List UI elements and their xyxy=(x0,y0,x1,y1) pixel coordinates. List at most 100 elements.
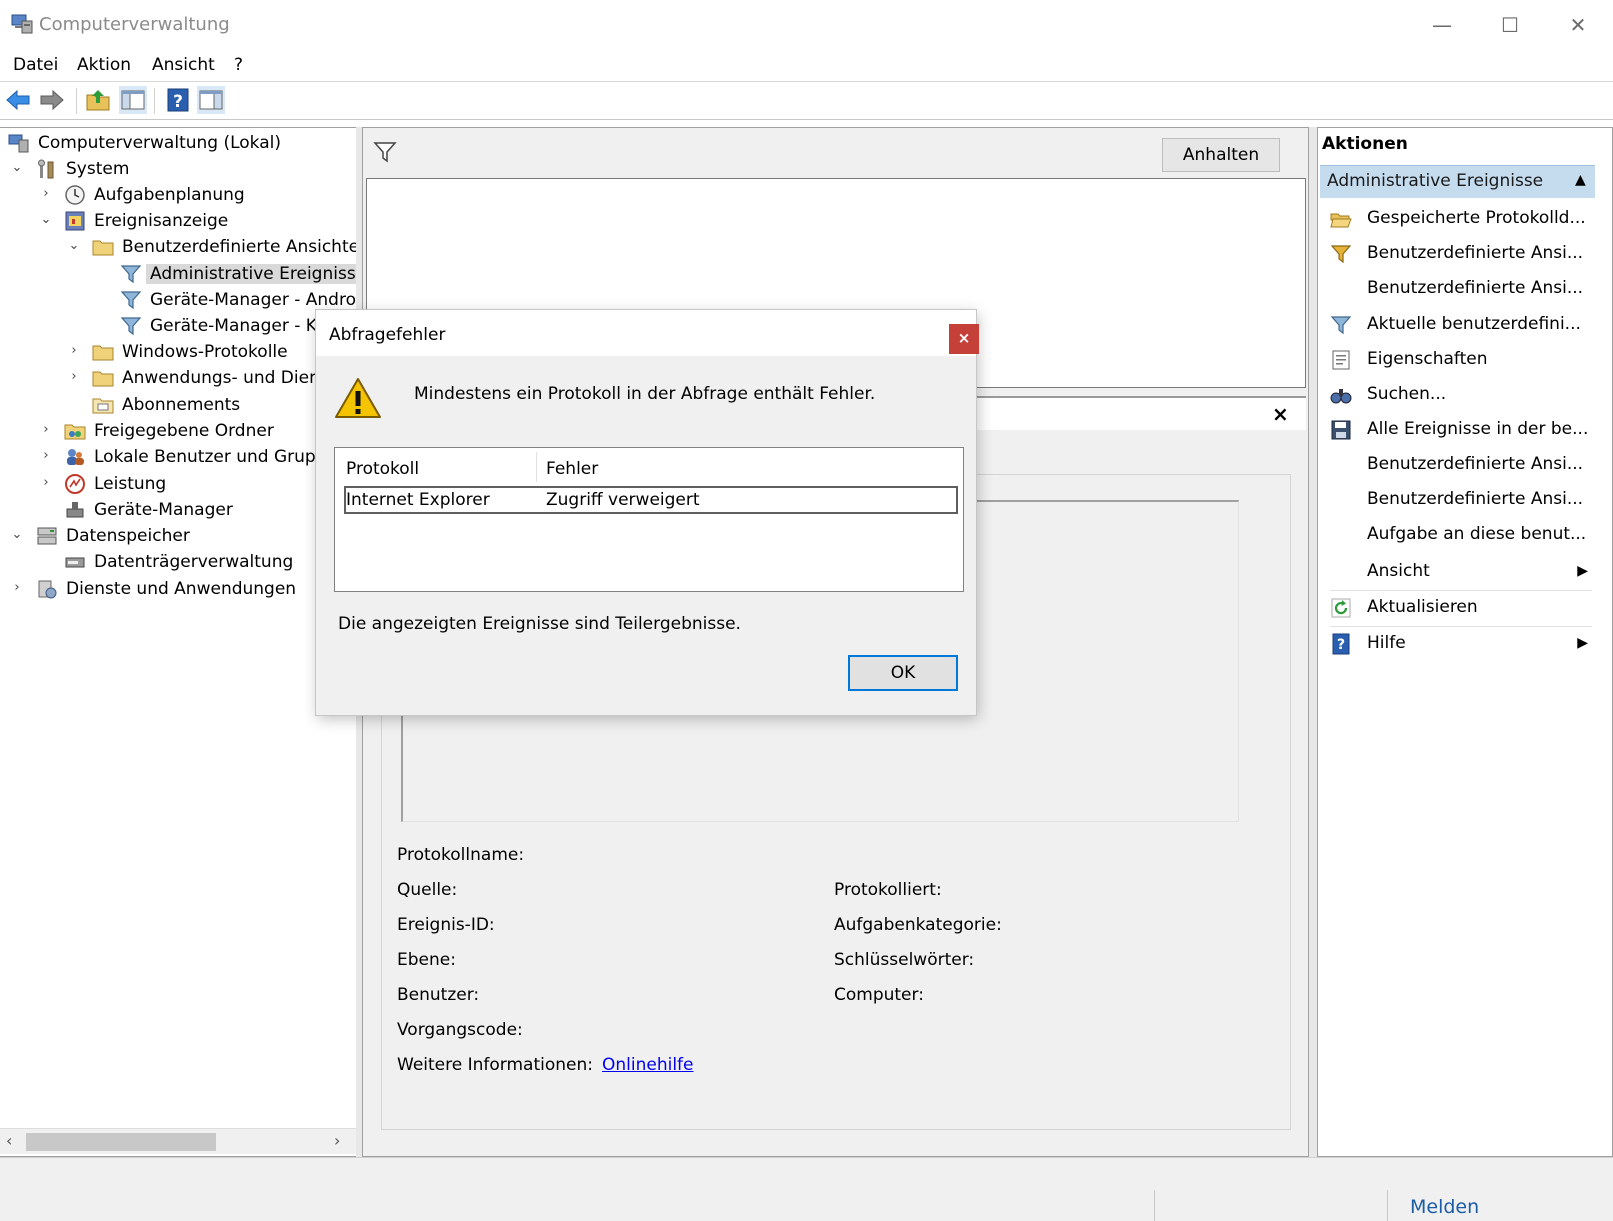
up-folder-icon[interactable] xyxy=(84,86,112,114)
binoculars-icon xyxy=(1330,384,1352,406)
tree-item[interactable]: Computerverwaltung (Lokal) xyxy=(0,131,356,157)
chevron-right-icon[interactable]: › xyxy=(67,369,81,384)
maximize-button[interactable]: ☐ xyxy=(1488,8,1532,42)
action-item-label: Alle Ereignisse in der be... xyxy=(1367,419,1589,439)
dialog-message: Mindestens ein Protokoll in der Abfrage … xyxy=(414,384,876,404)
tree-item-label: Lokale Benutzer und Gruppe xyxy=(94,447,337,467)
tree-item[interactable]: Geräte-Manager - Android xyxy=(0,288,371,314)
tree-item[interactable]: › Freigegebene Ordner xyxy=(0,419,356,445)
collapse-caret-icon[interactable]: ▲ xyxy=(1575,172,1586,188)
show-hide-tree-icon[interactable] xyxy=(119,86,147,114)
menu-help[interactable]: ? xyxy=(234,55,243,75)
chevron-down-icon[interactable]: ⌄ xyxy=(10,527,24,542)
tree-item[interactable]: ⌄ System xyxy=(0,157,356,183)
tree-item[interactable]: ⌄ Benutzerdefinierte Ansichten xyxy=(0,235,370,261)
tree-item-label: Leistung xyxy=(94,474,167,494)
tree-item-label: Dienste und Anwendungen xyxy=(66,579,297,599)
action-item[interactable]: Benutzerdefinierte Ansi... xyxy=(1322,272,1594,306)
chevron-right-icon[interactable]: › xyxy=(10,580,24,595)
chevron-down-icon[interactable]: ⌄ xyxy=(10,160,24,175)
action-item[interactable]: ? Hilfe ▶ xyxy=(1322,627,1594,661)
users-icon xyxy=(64,446,86,468)
menu-aktion[interactable]: Aktion xyxy=(77,55,131,75)
close-detail-icon[interactable]: × xyxy=(1272,402,1289,426)
chevron-right-icon[interactable]: › xyxy=(67,343,81,358)
action-item[interactable]: Benutzerdefinierte Ansi... xyxy=(1322,448,1594,482)
prop-ebene: Ebene: xyxy=(397,950,456,970)
action-item[interactable]: Eigenschaften xyxy=(1322,343,1594,377)
tree-item[interactable]: › Lokale Benutzer und Gruppe xyxy=(0,445,356,471)
chevron-down-icon[interactable]: ⌄ xyxy=(67,238,81,253)
prop-weitere-informationen: Weitere Informationen: xyxy=(397,1055,593,1075)
tree-item-label: Windows-Protokolle xyxy=(122,342,288,362)
prop-aufgabenkategorie: Aufgabenkategorie: xyxy=(834,915,1002,935)
filter-icon xyxy=(373,142,397,163)
action-item[interactable]: Ansicht ▶ xyxy=(1322,555,1594,589)
help-icon: ? xyxy=(1330,633,1352,655)
dialog-close-button[interactable]: × xyxy=(949,324,979,354)
submenu-arrow-icon: ▶ xyxy=(1577,563,1588,579)
anhalten-button[interactable]: Anhalten xyxy=(1162,138,1280,172)
action-item-label: Gespeicherte Protokolld... xyxy=(1367,208,1586,228)
tree-item[interactable]: Geräte-Manager - KD xyxy=(0,314,356,340)
tree-item-label: Abonnements xyxy=(122,395,241,415)
action-item[interactable]: Benutzerdefinierte Ansi... xyxy=(1322,237,1594,271)
tree-item[interactable]: Abonnements xyxy=(0,393,356,419)
action-item[interactable]: Gespeicherte Protokolld... xyxy=(1322,202,1594,236)
chevron-right-icon[interactable]: › xyxy=(39,186,53,201)
action-item[interactable]: Aktualisieren xyxy=(1322,591,1594,625)
tree-item[interactable]: ⌄ Datenspeicher xyxy=(0,524,356,550)
column-header-fehler[interactable]: Fehler xyxy=(546,459,598,479)
action-item[interactable]: Alle Ereignisse in der be... xyxy=(1322,413,1594,447)
toolbar: ? xyxy=(0,82,1613,120)
back-arrow-icon[interactable] xyxy=(4,86,32,114)
chevron-down-icon[interactable]: ⌄ xyxy=(39,212,53,227)
chevron-right-icon[interactable]: › xyxy=(39,422,53,437)
action-item[interactable]: Aufgabe an diese benut... xyxy=(1322,518,1594,552)
column-separator[interactable] xyxy=(536,452,537,482)
column-header-protokoll[interactable]: Protokoll xyxy=(346,459,419,479)
close-window-button[interactable]: ✕ xyxy=(1556,8,1600,42)
show-hide-action-pane-icon[interactable] xyxy=(197,86,225,114)
menu-ansicht[interactable]: Ansicht xyxy=(152,55,215,75)
action-item-label: Ansicht xyxy=(1367,561,1430,581)
actions-section-label: Administrative Ereignisse xyxy=(1327,171,1544,191)
tree-item[interactable]: Datenträgerverwaltung xyxy=(0,550,356,576)
chevron-right-icon[interactable]: › xyxy=(39,448,53,463)
tree-item[interactable]: Administrative Ereignisse xyxy=(0,262,371,288)
scroll-thumb[interactable] xyxy=(26,1133,216,1151)
horizontal-scrollbar[interactable]: ‹ › xyxy=(0,1128,356,1154)
help-icon[interactable]: ? xyxy=(164,86,192,114)
action-item-label: Aktualisieren xyxy=(1367,597,1478,617)
scroll-right-icon[interactable]: › xyxy=(334,1131,340,1150)
tree-item[interactable]: › Dienste und Anwendungen xyxy=(0,577,356,603)
properties-icon xyxy=(1330,349,1352,371)
scroll-left-icon[interactable]: ‹ xyxy=(6,1131,12,1150)
tree-item[interactable]: ⌄ Ereignisanzeige xyxy=(0,209,356,235)
filter-icon xyxy=(1330,314,1352,336)
ok-button[interactable]: OK xyxy=(848,655,958,691)
event-viewer-icon xyxy=(64,210,86,232)
action-item-label: Aktuelle benutzerdefini... xyxy=(1367,314,1581,334)
shared-folder-icon xyxy=(64,420,86,442)
tree-item[interactable]: › Aufgabenplanung xyxy=(0,183,356,209)
action-item[interactable]: Suchen... xyxy=(1322,378,1594,412)
tree-item[interactable]: Geräte-Manager xyxy=(0,498,356,524)
action-item-label: Hilfe xyxy=(1367,633,1406,653)
menu-datei[interactable]: Datei xyxy=(13,55,58,75)
tree-item[interactable]: › Windows-Protokolle xyxy=(0,340,356,366)
tree-item[interactable]: › Anwendungs- und Diens xyxy=(0,366,356,392)
pane-splitter[interactable] xyxy=(1309,127,1317,1157)
save-icon xyxy=(1330,419,1352,441)
tree-item[interactable]: › Leistung xyxy=(0,472,356,498)
action-separator xyxy=(1330,626,1592,627)
chevron-right-icon[interactable]: › xyxy=(39,475,53,490)
onlinehilfe-link[interactable]: Onlinehilfe xyxy=(602,1055,694,1075)
action-item[interactable]: Benutzerdefinierte Ansi... xyxy=(1322,483,1594,517)
forward-arrow-icon[interactable] xyxy=(38,86,66,114)
disk-icon xyxy=(64,551,86,573)
computer-management-icon xyxy=(11,14,33,34)
minimize-button[interactable]: — xyxy=(1420,8,1464,42)
action-item[interactable]: Aktuelle benutzerdefini... xyxy=(1322,308,1594,342)
melden-link[interactable]: Melden xyxy=(1410,1196,1479,1218)
